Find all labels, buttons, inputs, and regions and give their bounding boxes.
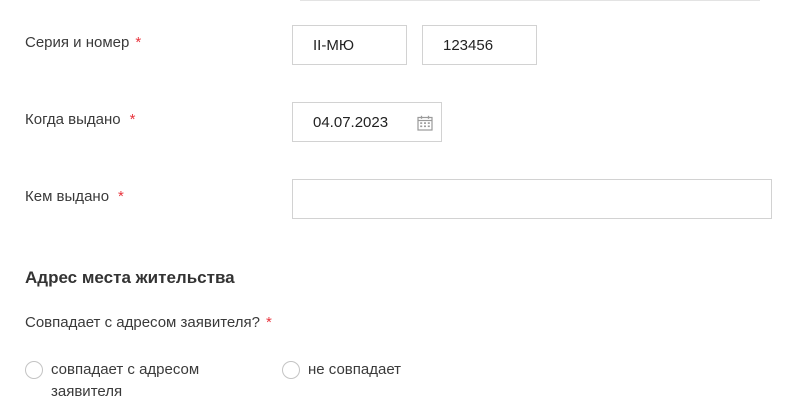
issue-date-label: Когда выдано * [25, 111, 136, 128]
series-number-label: Серия и номер * [25, 34, 142, 51]
address-section-title: Адрес места жительства [25, 268, 235, 287]
issued-by-input[interactable] [292, 179, 772, 219]
series-input-value: II-МЮ [313, 36, 354, 54]
radio-circle[interactable] [25, 361, 43, 379]
number-input-value: 123456 [443, 36, 494, 54]
radio-option-label: не совпадает [308, 361, 402, 378]
required-mark: * [135, 34, 142, 51]
issue-date-value: 04.07.2023 [313, 113, 389, 131]
top-divider [300, 0, 760, 1]
radio-option-matches[interactable]: совпадает с адресом заявителя [25, 359, 255, 403]
calendar-icon[interactable] [417, 115, 433, 131]
required-mark: * [118, 188, 124, 205]
radio-circle[interactable] [282, 361, 300, 379]
issued-by-label: Кем выдано * [25, 188, 124, 205]
required-mark: * [265, 314, 272, 331]
required-mark: * [129, 111, 136, 128]
radio-option-not-matches[interactable]: не совпадает [282, 359, 401, 381]
issue-date-input[interactable]: 04.07.2023 [292, 102, 442, 142]
number-input[interactable]: 123456 [422, 25, 537, 65]
series-input[interactable]: II-МЮ [292, 25, 407, 65]
radio-option-label: совпадает с адресом заявителя [51, 361, 200, 400]
address-question: Совпадает с адресом заявителя? * [25, 314, 272, 331]
